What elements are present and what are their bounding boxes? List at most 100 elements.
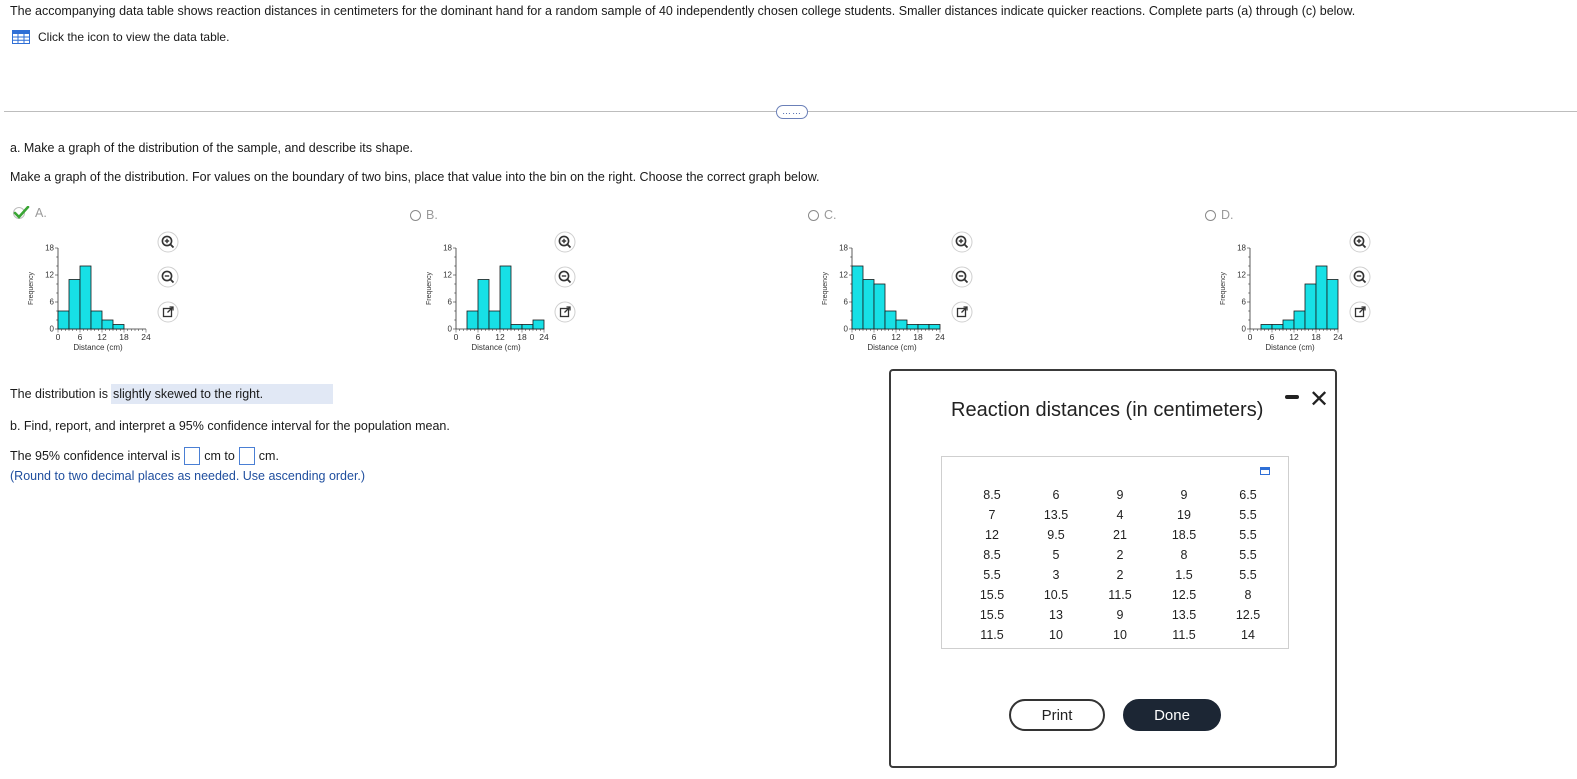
- expand-more-button[interactable]: ……: [776, 105, 808, 119]
- y-axis-label: Frequency: [822, 271, 829, 305]
- table-row: 12 9.5 21 18.5 5.5: [960, 525, 1280, 545]
- table-cell: 9.5: [1047, 528, 1065, 542]
- close-icon[interactable]: ✕: [1309, 385, 1329, 414]
- histogram-bar: [884, 310, 897, 330]
- option-c-radio[interactable]: [808, 209, 819, 221]
- x-axis-label: Distance (cm): [73, 343, 123, 352]
- y-tick-label: 6: [448, 298, 453, 307]
- ci-lower-input[interactable]: [184, 447, 201, 465]
- histogram-b[interactable]: Frequency 18 12 6 00 6 12 18 24 Distance (cm): [420, 238, 550, 358]
- table-row: 11.5 10 10 11.5 14: [960, 625, 1280, 645]
- table-cell: 5.5: [1239, 508, 1257, 522]
- y-tick-label: 12: [839, 271, 848, 280]
- table-cell: 15.5: [979, 588, 1005, 602]
- view-data-table-link[interactable]: Click the icon to view the data table.: [12, 30, 229, 44]
- zoom-in-icon[interactable]: [157, 231, 179, 253]
- histogram-bar: [1315, 265, 1328, 330]
- table-cell: 18.5: [1171, 528, 1197, 542]
- y-tick-label: 18: [839, 244, 848, 253]
- done-button[interactable]: Done: [1123, 699, 1221, 731]
- y-tick-label: 12: [45, 271, 54, 280]
- option-d[interactable]: D.: [1205, 208, 1234, 222]
- x-tick-label: 6: [1270, 332, 1275, 342]
- histogram-bar: [68, 279, 81, 330]
- problem-intro: The accompanying data table shows reacti…: [10, 4, 1356, 18]
- histogram-bar: [1271, 324, 1284, 330]
- zoom-in-icon[interactable]: [554, 231, 576, 253]
- zoom-out-icon[interactable]: [951, 266, 973, 288]
- graph-b-controls: [554, 231, 576, 323]
- histogram-bar: [1304, 283, 1317, 330]
- open-new-window-icon[interactable]: [157, 301, 179, 323]
- y-axis-label: Frequency: [1220, 271, 1227, 305]
- x-tick-label: 18: [913, 332, 923, 342]
- zoom-in-icon[interactable]: [951, 231, 973, 253]
- zoom-in-icon[interactable]: [1349, 231, 1371, 253]
- option-d-radio[interactable]: [1205, 209, 1216, 221]
- zoom-out-icon[interactable]: [157, 266, 179, 288]
- table-cell: 10.5: [1043, 588, 1069, 602]
- table-cell: 3: [1052, 568, 1060, 582]
- histogram-bar: [488, 310, 501, 330]
- histogram-bar: [101, 319, 114, 330]
- open-new-window-icon[interactable]: [1349, 301, 1371, 323]
- option-a[interactable]: A.: [12, 206, 47, 220]
- histogram-bar: [499, 265, 512, 330]
- x-tick-label: 12: [495, 332, 505, 342]
- graph-d-controls: [1349, 231, 1371, 323]
- minimize-icon[interactable]: [1285, 395, 1299, 399]
- x-tick-label: 6: [476, 332, 481, 342]
- distribution-answer-dropdown[interactable]: slightly skewed to the right.: [110, 384, 334, 404]
- open-new-window-icon[interactable]: [554, 301, 576, 323]
- dialog-title: Reaction distances (in centimeters): [951, 399, 1264, 421]
- print-button[interactable]: Print: [1009, 699, 1105, 731]
- histogram-bar: [873, 283, 886, 330]
- table-cell: 13.5: [1171, 608, 1197, 622]
- round-note: (Round to two decimal places as needed. …: [10, 469, 366, 483]
- table-cell: 12.5: [1235, 608, 1261, 622]
- table-cell: 10: [1113, 628, 1127, 642]
- table-cell: 12.5: [1171, 588, 1197, 602]
- x-axis-label: Distance (cm): [867, 343, 917, 352]
- y-tick-label: 18: [443, 244, 452, 253]
- ci-upper-input[interactable]: [238, 447, 255, 465]
- table-row: 5.5 3 2 1.5 5.5: [960, 565, 1280, 585]
- x-axis-label: Distance (cm): [1265, 343, 1315, 352]
- graph-a-controls: [157, 231, 179, 323]
- table-cell: 14: [1241, 628, 1255, 642]
- data-table-frame: 8.5 6 9 9 6.5 7 13.5 4 19 5.5 12 9.5 21 18.5 5.5 8.5 5 2 8…: [941, 456, 1289, 649]
- histogram-a[interactable]: Frequency 18 12 6 00 6 12 18 24 Distance (cm): [22, 238, 152, 358]
- y-tick-label: 6: [50, 298, 55, 307]
- table-cell: 8.5: [983, 548, 1001, 562]
- view-data-table-text[interactable]: Click the icon to view the data table.: [38, 30, 229, 44]
- y-tick-label: 12: [443, 271, 452, 280]
- option-c[interactable]: C.: [808, 208, 837, 222]
- table-cell: 8: [1244, 588, 1252, 602]
- graph-c-controls: [951, 231, 973, 323]
- option-c-label: C.: [824, 208, 837, 222]
- part-b-question: b. Find, report, and interpret a 95% con…: [10, 419, 450, 433]
- option-b-label: B.: [426, 208, 438, 222]
- zoom-out-icon[interactable]: [1349, 266, 1371, 288]
- table-cell: 19: [1177, 508, 1191, 522]
- correct-check-icon: [13, 206, 30, 219]
- histogram-d[interactable]: Frequency 18 12 6 00 6 12 18 24 Distance (cm): [1214, 238, 1344, 358]
- option-b[interactable]: B.: [410, 208, 438, 222]
- table-cell: 5: [1052, 548, 1060, 562]
- zoom-out-icon[interactable]: [554, 266, 576, 288]
- data-table-icon[interactable]: [12, 30, 30, 44]
- table-cell: 7: [988, 508, 996, 522]
- table-cell: 11.5: [1172, 628, 1196, 642]
- x-tick-label: 0: [454, 332, 459, 342]
- option-b-radio[interactable]: [410, 209, 421, 221]
- histogram-c[interactable]: Frequency 18 12 6 00 6 12 18 24 Distance (cm): [816, 238, 946, 358]
- data-table-dialog: Reaction distances (in centimeters) ✕ 8.…: [889, 369, 1337, 768]
- copy-table-icon[interactable]: [1260, 467, 1270, 475]
- open-new-window-icon[interactable]: [951, 301, 973, 323]
- histogram-bar: [532, 319, 545, 330]
- table-row: 8.5 6 9 9 6.5: [960, 485, 1280, 505]
- table-cell: 5.5: [1239, 568, 1257, 582]
- histogram-bar: [90, 310, 103, 330]
- x-tick-label: 24: [141, 332, 151, 342]
- ci-answer-line: The 95% confidence interval is cm to cm.: [10, 447, 279, 465]
